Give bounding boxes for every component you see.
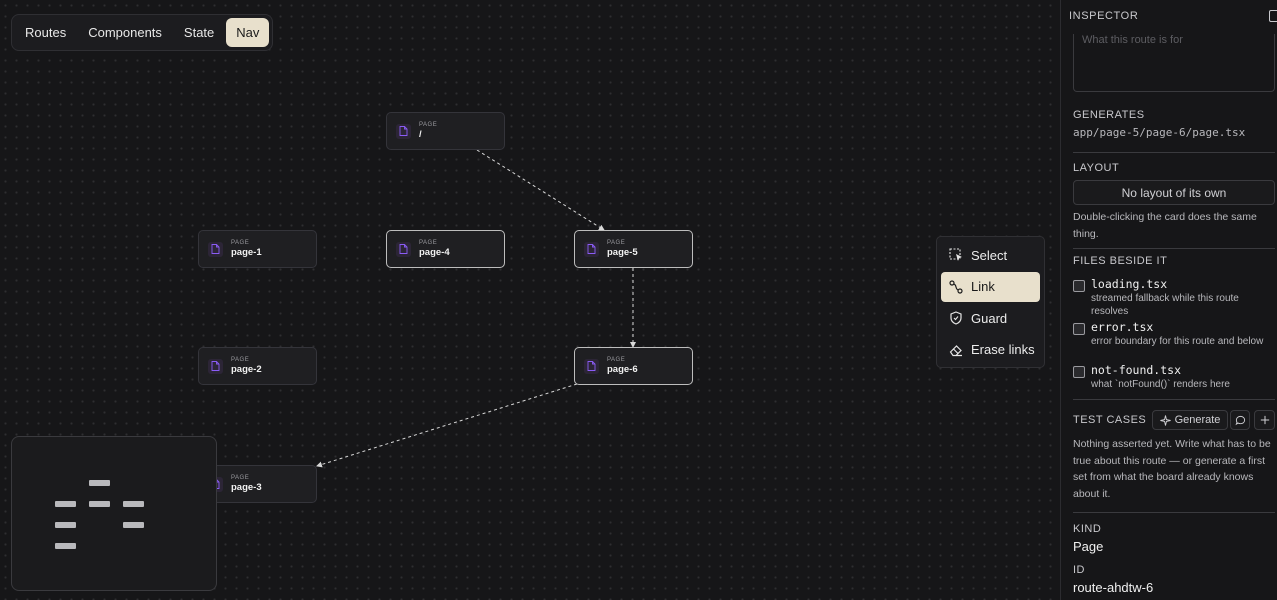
minimap-node <box>89 501 110 507</box>
generate-tests-button[interactable]: Generate <box>1152 410 1228 430</box>
comment-icon <box>1234 415 1245 425</box>
route-kind: PAGE <box>607 240 626 246</box>
route-name: page-4 <box>419 247 450 258</box>
link-icon <box>949 279 963 294</box>
file-description: what `notFound()` renders here <box>1091 379 1230 390</box>
file-description: streamed fallback while this route resol… <box>1091 293 1239 317</box>
minimap-node <box>55 522 76 528</box>
page-file-icon <box>584 241 599 257</box>
comment-button[interactable] <box>1230 410 1250 430</box>
route-name: page-2 <box>231 364 262 375</box>
sparkle-icon <box>1159 414 1171 426</box>
canvas[interactable]: Routes Components State Nav PAGE / PAGE pa… <box>0 0 1060 600</box>
layout-label: LAYOUT <box>1073 162 1120 174</box>
route-kind: PAGE <box>231 240 250 246</box>
route-purpose-placeholder: What this route is for <box>1082 34 1183 46</box>
generates-label: GENERATES <box>1073 109 1145 121</box>
minimap-node <box>123 501 144 507</box>
route-name: page-3 <box>231 482 262 493</box>
tool-label: Erase links <box>971 342 1035 357</box>
page-file-icon <box>208 241 223 257</box>
layout-note: Double-clicking the card does the same t… <box>1073 211 1257 240</box>
inspector-title: INSPECTOR <box>1069 10 1139 22</box>
route-kind: PAGE <box>419 240 438 246</box>
route-card-page-4[interactable]: PAGE page-4 <box>386 230 505 268</box>
page-file-icon <box>584 358 599 374</box>
minimap-node <box>55 501 76 507</box>
file-description: error boundary for this route and below <box>1091 336 1264 347</box>
file-name: not-found.tsx <box>1091 363 1182 377</box>
minimap-node <box>55 543 76 549</box>
eraser-icon <box>949 344 962 356</box>
route-name: page-1 <box>231 247 262 258</box>
link-root-to-page-5[interactable] <box>476 149 605 231</box>
file-name: loading.tsx <box>1091 277 1168 291</box>
route-kind: PAGE <box>231 475 250 481</box>
select-icon <box>949 248 962 261</box>
generate-label: Generate <box>1174 414 1221 426</box>
tool-guard[interactable]: Guard <box>941 303 1040 333</box>
minimap-node <box>123 522 144 528</box>
route-name: / <box>419 129 422 140</box>
route-name: page-5 <box>607 247 638 258</box>
divider <box>1073 152 1275 153</box>
tool-erase-links[interactable]: Erase links <box>941 335 1040 365</box>
route-purpose-field[interactable]: What this route is for <box>1073 34 1275 92</box>
files-beside-label: FILES BESIDE IT <box>1073 255 1168 267</box>
page-file-icon <box>396 241 411 257</box>
divider <box>1073 512 1275 513</box>
tool-menu: Select Link Guard Erase links <box>936 236 1045 368</box>
page-file-icon <box>396 123 411 139</box>
layout-button[interactable]: No layout of its own <box>1073 180 1275 205</box>
tool-label: Link <box>971 279 995 294</box>
inspector-panel: INSPECTOR What this route is for GENERAT… <box>1060 0 1277 600</box>
minimap[interactable] <box>11 436 217 591</box>
kind-value: Page <box>1073 539 1104 554</box>
tool-label: Select <box>971 247 1008 263</box>
route-card-page-6[interactable]: PAGE page-6 <box>574 347 693 385</box>
route-card-root[interactable]: PAGE / <box>386 112 505 150</box>
tool-label: Guard <box>971 310 1008 326</box>
file-name: error.tsx <box>1091 320 1154 334</box>
route-card-page-2[interactable]: PAGE page-2 <box>198 347 317 385</box>
test-cases-note: Nothing asserted yet. Write what has to … <box>1073 438 1271 500</box>
divider <box>1073 399 1275 400</box>
id-label: ID <box>1073 564 1085 576</box>
tool-link[interactable]: Link <box>941 271 1040 302</box>
file-error-checkbox[interactable] <box>1073 323 1085 335</box>
route-kind: PAGE <box>607 357 626 363</box>
shield-icon <box>950 311 962 325</box>
add-test-button[interactable] <box>1254 410 1275 430</box>
file-not-found-checkbox[interactable] <box>1073 366 1085 378</box>
minimap-node <box>89 480 110 486</box>
collapse-panel-icon[interactable] <box>1269 10 1277 22</box>
file-loading-checkbox[interactable] <box>1073 280 1085 292</box>
route-kind: PAGE <box>231 357 250 363</box>
kind-label: KIND <box>1073 523 1102 535</box>
route-name: page-6 <box>607 364 638 375</box>
route-card-page-5[interactable]: PAGE page-5 <box>574 230 693 268</box>
page-file-icon <box>208 358 223 374</box>
generated-file-path: app/page-5/page-6/page.tsx <box>1073 126 1246 139</box>
test-cases-label: TEST CASES <box>1073 414 1147 426</box>
link-page-6-to-page-3[interactable] <box>316 383 578 468</box>
route-card-page-1[interactable]: PAGE page-1 <box>198 230 317 268</box>
divider <box>1073 248 1275 249</box>
tool-select[interactable]: Select <box>941 240 1040 270</box>
route-kind: PAGE <box>419 122 438 128</box>
plus-icon <box>1260 415 1269 425</box>
id-value: route-ahdtw-6 <box>1073 580 1154 595</box>
